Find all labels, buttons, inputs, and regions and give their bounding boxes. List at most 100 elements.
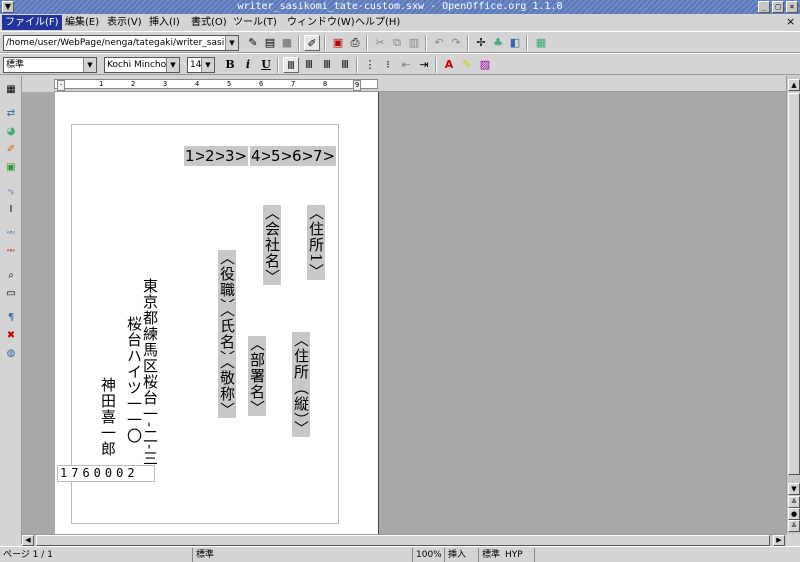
underline-button[interactable]: U <box>258 57 274 73</box>
undo-icon[interactable]: ↶ <box>431 35 447 51</box>
align-center-icon[interactable]: Ⅲ <box>301 57 317 73</box>
menu-format[interactable]: 書式(O) <box>188 15 230 30</box>
text-cursor-icon[interactable]: I <box>3 202 19 218</box>
find-replace-icon[interactable]: ⌕ <box>3 268 19 284</box>
vertical-scrollbar[interactable]: ▲ ▼ ≙ ● ≚ <box>786 76 800 534</box>
highlight-icon[interactable]: ✎ <box>459 57 475 73</box>
export-pdf-icon[interactable]: ▣ <box>330 35 346 51</box>
open-folder-icon[interactable]: ▤ <box>262 35 278 51</box>
ruler-tick: 4 <box>195 80 200 88</box>
edit-file-icon[interactable]: ✎ <box>245 35 261 51</box>
align-bottom-icon[interactable]: Ⅲ <box>319 57 335 73</box>
horizontal-ruler[interactable]: · 1 2 3 4 5 6 7 8 9 <box>22 76 786 92</box>
italic-button[interactable]: i <box>240 57 256 73</box>
separator <box>324 35 326 51</box>
chevron-down-icon[interactable]: ▼ <box>166 58 179 72</box>
honorific-field[interactable]: 〈敬称〉 <box>218 354 236 418</box>
minimize-button[interactable]: _ <box>758 1 770 13</box>
align-top-icon[interactable]: Ⅲ <box>283 57 299 73</box>
edit-mode-icon[interactable]: ✐ <box>304 35 320 51</box>
scroll-left-button[interactable]: ◀ <box>22 535 34 546</box>
formatting-marks-icon[interactable]: ¶ <box>3 310 19 326</box>
horizontal-scrollbar[interactable]: ◀ ▶ <box>22 534 786 546</box>
menu-insert[interactable]: 挿入(I) <box>146 15 183 30</box>
gallery-icon[interactable]: ▦ <box>533 35 549 51</box>
number-field-3[interactable]: 3> <box>224 146 249 166</box>
spellcheck-icon[interactable]: ᴬᴮᶜ <box>3 226 19 242</box>
close-window-button[interactable]: × <box>786 1 798 13</box>
format-toolbar: 標準 ▼ Kochi Mincho ▼ 14 ▼ B i U Ⅲ Ⅲ Ⅲ Ⅲ ⋮… <box>0 53 800 75</box>
font-size-combo[interactable]: 14 ▼ <box>187 57 215 73</box>
graphics-off-icon[interactable]: ✖ <box>3 328 19 344</box>
insert-object-icon[interactable]: ◕ <box>3 124 19 140</box>
justify-icon[interactable]: Ⅲ <box>337 57 353 73</box>
bibliography-icon[interactable]: ▭ <box>3 286 19 302</box>
background-color-icon[interactable]: ▨ <box>477 57 493 73</box>
decrease-indent-icon[interactable]: ⇤ <box>398 57 414 73</box>
separator <box>366 35 368 51</box>
document-page[interactable]: 1> 2> 3> 4> 5> 6> 7> 〈住所1〉 〈会社名〉 〈役職〉 〈氏… <box>55 92 379 534</box>
document-path-combo[interactable]: /home/user/WebPage/nenga/tategaki/writer… <box>3 35 239 51</box>
company-field[interactable]: 〈会社名〉 <box>263 205 281 285</box>
scroll-up-button[interactable]: ▲ <box>788 79 800 91</box>
bold-button[interactable]: B <box>222 57 238 73</box>
selection-mode-indicator[interactable]: 標準 <box>478 548 503 562</box>
ruler-corner <box>22 76 54 92</box>
data-sources-icon[interactable]: ◧ <box>507 35 523 51</box>
cut-icon[interactable]: ✂ <box>372 35 388 51</box>
document-view[interactable]: 1> 2> 3> 4> 5> 6> 7> 〈住所1〉 〈会社名〉 〈役職〉 〈氏… <box>22 92 786 534</box>
scroll-down-button[interactable]: ▼ <box>788 483 800 495</box>
ruler-tick: · <box>57 80 66 91</box>
online-layout-icon[interactable]: ◍ <box>3 346 19 362</box>
auto-spellcheck-icon[interactable]: ᴬᴮᶜ <box>3 244 19 260</box>
print-icon[interactable]: ⎙ <box>347 35 363 51</box>
menu-window[interactable]: ウィンドウ(W) <box>284 15 358 30</box>
page-style-indicator[interactable]: 標準 <box>192 548 410 562</box>
redo-icon[interactable]: ↷ <box>448 35 464 51</box>
address-vertical-field[interactable]: 〈住所（縦）〉 <box>292 332 310 437</box>
font-size-value: 14 <box>190 60 202 70</box>
font-color-icon[interactable]: A <box>441 57 457 73</box>
chevron-down-icon[interactable]: ▼ <box>225 36 238 50</box>
menu-help[interactable]: ヘルプ(H) <box>352 15 403 30</box>
insert-table-icon[interactable]: ▦ <box>3 82 19 98</box>
scroll-right-button[interactable]: ▶ <box>773 535 785 546</box>
paste-icon[interactable]: ▥ <box>406 35 422 51</box>
close-document-button[interactable]: × <box>786 16 795 28</box>
number-field-7[interactable]: 7> <box>312 146 337 166</box>
horizontal-scroll-thumb[interactable] <box>36 535 770 546</box>
zoom-indicator[interactable]: 100% <box>412 548 445 562</box>
save-icon[interactable]: ■ <box>279 35 295 51</box>
address1-field[interactable]: 〈住所1〉 <box>307 205 325 280</box>
text-autocomplete-icon[interactable]: ᴬᵦ <box>3 184 19 200</box>
chevron-down-icon[interactable]: ▼ <box>83 58 96 72</box>
navigator-icon[interactable]: ✢ <box>473 35 489 51</box>
main-toolbar: ▦ ⇄ ◕ ✐ ▣ ᴬᵦ I ᴬᴮᶜ ᴬᴮᶜ ⌕ ▭ ¶ ✖ ◍ <box>0 76 22 544</box>
navigation-button[interactable]: ● <box>788 508 800 520</box>
copy-icon[interactable]: ⧉ <box>389 35 405 51</box>
menu-tools[interactable]: ツール(T) <box>230 15 280 30</box>
vertical-scroll-thumb[interactable] <box>788 93 800 475</box>
chevron-down-icon[interactable]: ▼ <box>201 58 214 72</box>
stylist-icon[interactable]: ♣ <box>490 35 506 51</box>
maximize-button[interactable]: □ <box>772 1 784 13</box>
bullets-icon[interactable]: ⁝ <box>380 57 396 73</box>
numbering-icon[interactable]: ⋮ <box>362 57 378 73</box>
ruler-tick: 6 <box>259 80 264 88</box>
form-functions-icon[interactable]: ▣ <box>3 160 19 176</box>
page-indicator[interactable]: ページ 1 / 1 <box>0 548 56 562</box>
increase-indent-icon[interactable]: ⇥ <box>416 57 432 73</box>
hyperlink-mode-indicator[interactable]: HYP <box>502 548 526 562</box>
department-field[interactable]: 〈部署名〉 <box>248 336 266 416</box>
paragraph-style-combo[interactable]: 標準 ▼ <box>3 57 97 73</box>
font-name-combo[interactable]: Kochi Mincho ▼ <box>104 57 180 73</box>
previous-page-button[interactable]: ≙ <box>788 496 800 508</box>
insert-mode-indicator[interactable]: 挿入 <box>444 548 469 562</box>
menu-edit[interactable]: 編集(E) <box>62 15 102 30</box>
next-page-button[interactable]: ≚ <box>788 520 800 532</box>
insert-fields-icon[interactable]: ⇄ <box>3 106 19 122</box>
postal-code-box[interactable]: 1760002 <box>57 465 155 482</box>
menu-view[interactable]: 表示(V) <box>104 15 145 30</box>
menu-file[interactable]: ファイル(F) <box>2 15 62 30</box>
show-draw-functions-icon[interactable]: ✐ <box>3 142 19 158</box>
